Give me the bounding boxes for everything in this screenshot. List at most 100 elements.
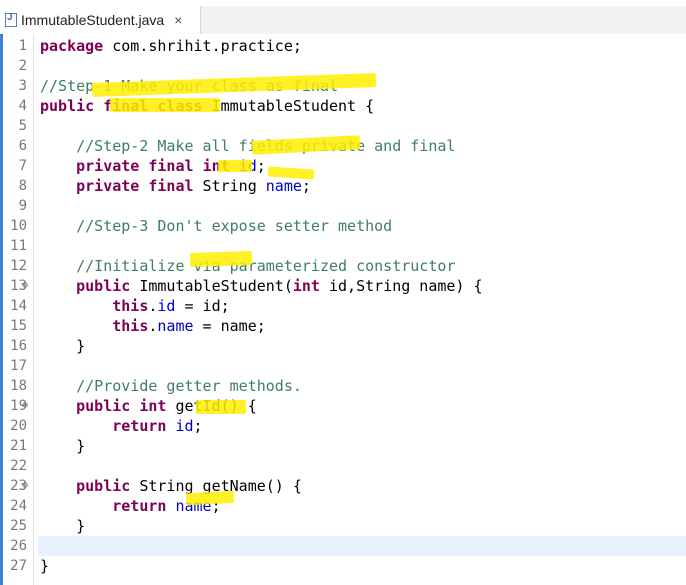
code-line[interactable]: 1 package com.shrihit.practice; [0,36,686,56]
code-line[interactable]: 25 } [0,516,686,536]
line-number: 3 [18,78,27,94]
code-text: this.name = name; [40,316,266,336]
code-token: } [40,337,86,355]
line-number: 26 [10,538,27,554]
highlight-mark [196,400,246,414]
code-line[interactable]: 10 //Step-3 Don't expose setter method [0,216,686,236]
line-number: 8 [18,178,27,194]
keyword-token: return [112,417,167,435]
field-token: id [157,297,176,315]
code-line[interactable]: 9 [0,196,686,216]
code-text: public String getName() { [40,476,302,496]
code-text: //Step-2 Make all fields private and fin… [40,136,455,156]
code-line[interactable]: 21 } [0,436,686,456]
code-line[interactable]: 13 ⊖ public ImmutableStudent(int id,Strin… [0,276,686,296]
code-text: //Provide getter methods. [40,376,302,396]
code-token: ; [256,157,266,175]
fold-collapse-icon[interactable]: ⊖ [22,396,28,416]
code-line[interactable]: 19⊖ public int getId() { [0,396,686,416]
fold-collapse-icon[interactable]: ⊖ [22,276,28,296]
code-line[interactable]: 24 return name; [0,496,686,516]
code-line[interactable]: 14 this.id = id; [0,296,686,316]
keyword-token: this [112,297,149,315]
code-line[interactable]: 8 private final String name; [0,176,686,196]
code-line[interactable]: 22 [0,456,686,476]
line-number: 5 [18,118,27,134]
code-line[interactable]: 5 [0,116,686,136]
keyword-token: int [292,277,320,295]
comment-token: //Initialize via parameterized construct… [76,257,456,275]
code-line[interactable]: 11 [0,236,686,256]
line-number: 16 [10,338,27,354]
line-number: 10 [10,218,27,234]
code-line[interactable]: 26 [0,536,686,556]
editor-tab-bar: ImmutableStudent.java × [0,0,686,35]
line-number: 1 [18,38,27,54]
line-number: 9 [18,198,27,214]
keyword-token: this [112,317,149,335]
line-number: 14 [10,298,27,314]
line-number: 11 [10,238,27,254]
code-token: } [40,437,86,455]
code-text: } [40,556,49,576]
code-token: = name; [193,317,266,335]
code-line[interactable]: 20 return id; [0,416,686,436]
line-number: 21 [10,438,27,454]
code-line[interactable]: 15 this.name = name; [0,316,686,336]
keyword-token: public [40,97,95,115]
code-token: = id; [175,297,230,315]
fold-collapse-icon[interactable]: ⊖ [22,476,28,496]
java-file-icon [5,12,17,27]
line-number: 20 [10,418,27,434]
line-number: 15 [10,318,27,334]
code-line[interactable]: 18 //Provide getter methods. [0,376,686,396]
code-line[interactable]: 23 ⊖ public String getName() { [0,476,686,496]
line-number: 7 [18,158,27,174]
highlight-mark [189,250,253,268]
code-text: return id; [40,416,202,436]
tab-immutable-student[interactable]: ImmutableStudent.java × [0,6,201,34]
keyword-token: private [76,157,140,175]
field-token: name [157,317,194,335]
code-token: ImmutableStudent( [130,277,293,295]
code-line[interactable]: 12 //Initialize via parameterized constr… [0,256,686,276]
keyword-token: final [148,177,194,195]
code-line[interactable]: 17 [0,356,686,376]
line-number: 25 [10,518,27,534]
keyword-token: public [76,277,131,295]
code-token: ; [301,177,311,195]
code-token: } [40,557,50,575]
line-number: 6 [18,138,27,154]
code-text: } [40,436,85,456]
line-number: 2 [18,58,27,74]
code-token: com.shrihit.practice; [103,37,302,55]
line-number: 12 [10,258,27,274]
line-number: 24 [10,498,27,514]
code-line[interactable]: 2 [0,56,686,76]
keyword-token: int [139,397,167,415]
field-token: id [175,417,194,435]
code-line[interactable]: 7 private final int id; [0,156,686,176]
keyword-token: public [76,477,131,495]
code-token: } [40,517,86,535]
code-text: public ImmutableStudent(int id,String na… [40,276,482,296]
code-line[interactable]: 16 } [0,336,686,356]
code-line[interactable]: 4public final class ImmutableStudent { [0,96,686,116]
code-text: package com.shrihit.practice; [40,36,302,56]
close-icon[interactable]: × [174,12,182,28]
code-line[interactable]: 27} [0,556,686,576]
code-editor[interactable]: 1 package com.shrihit.practice; 2 3//Step-1… [0,34,686,585]
keyword-token: private [76,177,140,195]
line-number: 4 [18,98,27,114]
keyword-token: return [112,497,167,515]
